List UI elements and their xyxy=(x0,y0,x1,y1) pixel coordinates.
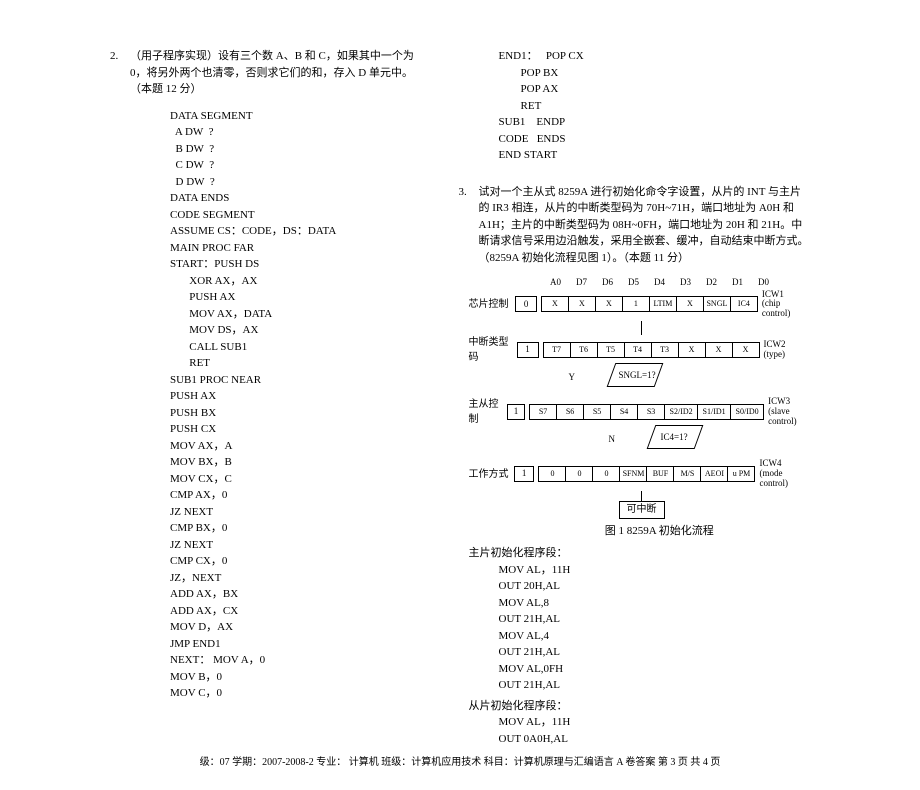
q2-code: DATA SEGMENT A DW ? B DW ? C DW ? D DW ?… xyxy=(170,108,419,702)
hdr-d7: D7 xyxy=(569,276,595,290)
icw3-row: 主从控制 1 S7 S6 S5 S4 S3 S2/ID2 S1/ID1 S0/I… xyxy=(469,397,810,427)
hdr-d6: D6 xyxy=(595,276,621,290)
hdr-d4: D4 xyxy=(647,276,673,290)
slave-init-code: MOV AL，11H OUT 0A0H,AL xyxy=(499,714,810,747)
flowchart-8259a: A0 D7 D6 D5 D4 D3 D2 D1 D0 芯片控制 0 X X X … xyxy=(469,276,810,539)
q2-num: 2. xyxy=(110,48,130,98)
icw2-row: 中断类型码 1 T7 T6 T5 T4 T3 X X X ICW2(type) xyxy=(469,335,810,365)
hdr-d1: D1 xyxy=(725,276,751,290)
figure-caption: 图 1 8259A 初始化流程 xyxy=(509,523,810,540)
hdr-d0: D0 xyxy=(751,276,777,290)
slave-init-title: 从片初始化程序段： xyxy=(469,698,810,715)
icw1-row: 芯片控制 0 X X X 1 LTIM X SNGL IC4 ICW1(chip… xyxy=(469,290,810,320)
master-init-title: 主片初始化程序段： xyxy=(469,545,810,562)
page-footer: 级：07 学期：2007-2008-2 专业： 计算机 班级：计算机应用技术 科… xyxy=(110,755,810,770)
decision-sngl: SNGL=1? xyxy=(619,369,656,383)
icw4-row: 工作方式 1 0 0 0 SFNM BUF M/S AEOI u PM ICW4… xyxy=(469,459,810,489)
branch-y: Y xyxy=(569,371,576,385)
master-init-code: MOV AL，11H OUT 20H,AL MOV AL,8 OUT 21H,A… xyxy=(499,562,810,694)
branch-n: N xyxy=(609,433,616,447)
hdr-d5: D5 xyxy=(621,276,647,290)
q3-num: 3. xyxy=(459,184,479,267)
endbox: 可中断 xyxy=(619,501,665,519)
q3-text: 试对一个主从式 8259A 进行初始化命令字设置，从片的 INT 与主片的 IR… xyxy=(479,184,810,267)
hdr-d2: D2 xyxy=(699,276,725,290)
decision-ic4: IC4=1? xyxy=(661,431,688,445)
hdr-a0: A0 xyxy=(543,276,569,290)
q2-text: （用子程序实现）设有三个数 A、B 和 C，如果其中一个为 0，将另外两个也清零… xyxy=(130,48,419,98)
hdr-d3: D3 xyxy=(673,276,699,290)
q2-code-right: END1： POP CX POP BX POP AX RET SUB1 ENDP… xyxy=(499,48,810,164)
